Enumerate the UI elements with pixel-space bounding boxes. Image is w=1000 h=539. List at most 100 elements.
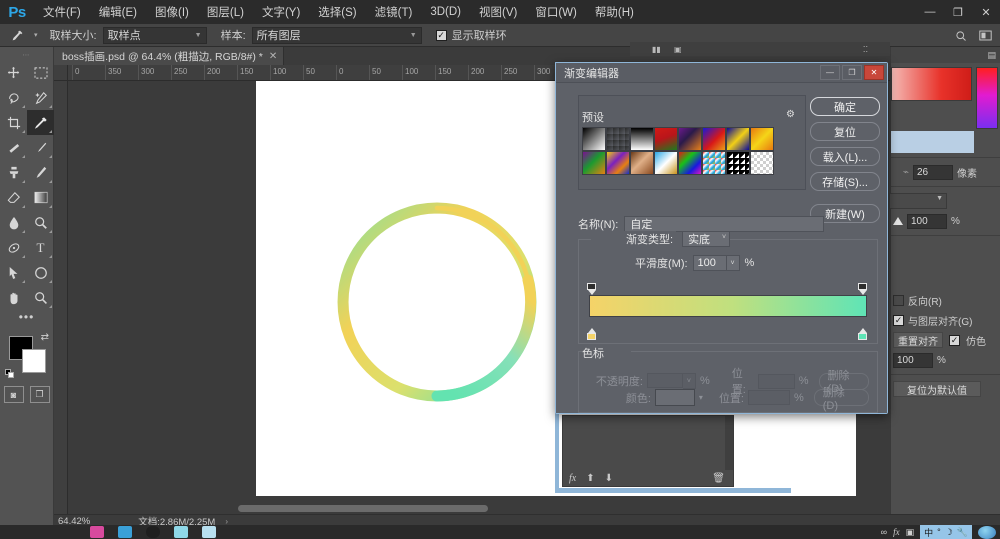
swap-colors-icon[interactable]: ⇄ (41, 332, 49, 343)
preset-transparent-stripes[interactable] (726, 151, 750, 175)
close-button[interactable]: ✕ (972, 0, 1000, 24)
smoothness-input[interactable]: 100 (693, 255, 727, 271)
close-icon[interactable]: ✕ (269, 51, 277, 62)
reset-default-button[interactable]: 复位为默认值 (893, 381, 981, 397)
tray-icon-1[interactable]: ∞ (881, 527, 887, 537)
zoom-tool[interactable] (27, 285, 54, 310)
fx-icon[interactable]: fx (569, 473, 576, 484)
toolbar-grip[interactable]: ⋯ (0, 52, 53, 60)
load-button[interactable]: 载入(L)... (810, 147, 880, 166)
preset-chrome[interactable] (654, 151, 678, 175)
preset-yellow-violet-orange-blue[interactable] (606, 151, 630, 175)
panel-icon-b[interactable]: ▣ (674, 45, 682, 54)
lasso-tool[interactable] (0, 85, 27, 110)
ime-icon-2[interactable]: ☽ (945, 527, 953, 538)
delete-layer-icon[interactable]: 🗑 (712, 473, 725, 484)
ime-icon-3[interactable]: 🔧 (957, 527, 968, 538)
align-layer-checkbox[interactable]: ✓ (893, 315, 904, 326)
menu-window[interactable]: 窗口(W) (526, 0, 586, 24)
stop-opacity-input[interactable] (647, 373, 683, 388)
brush-tool[interactable] (27, 135, 54, 160)
menu-select[interactable]: 选择(S) (309, 0, 365, 24)
preset-spectrum[interactable] (678, 151, 702, 175)
gradient-editor-dialog[interactable]: 渐变编辑器 — ❐ ✕ 预设 ⚙ 确定 复位 载入(L)... 存储(S)...… (555, 62, 888, 414)
clone-stamp-tool[interactable] (0, 160, 27, 185)
opacity-stop-left[interactable] (587, 283, 598, 294)
taskbar-app-3[interactable] (146, 526, 160, 538)
search-icon[interactable] (950, 26, 972, 45)
screen-mode-icon[interactable]: ❐ (30, 386, 50, 403)
eyedropper-tool[interactable] (27, 110, 54, 135)
preset-swatch-grid[interactable] (582, 127, 774, 175)
rectangular-marquee-tool[interactable] (27, 60, 54, 85)
move-tool[interactable] (0, 60, 27, 85)
panel-icon-a[interactable]: ▮▮ (652, 45, 661, 54)
tray-orb-icon[interactable] (978, 526, 996, 539)
ime-indicator[interactable]: 中 ° ☽ 🔧 (920, 525, 972, 539)
dodge-tool[interactable] (27, 210, 54, 235)
move-up-icon[interactable]: ⬆ (586, 473, 594, 484)
align-layer-row[interactable]: ✓ 与图层对齐(G) (891, 310, 1000, 330)
color-stop-right[interactable] (858, 328, 869, 340)
arrange-documents-icon[interactable] (974, 26, 996, 45)
preset-red-green[interactable] (654, 127, 678, 151)
gradient-tool[interactable] (27, 185, 54, 210)
horizontal-scrollbar[interactable] (68, 502, 890, 514)
quick-selection-tool[interactable] (27, 85, 54, 110)
preset-black-white[interactable] (630, 127, 654, 151)
gear-icon[interactable]: ⚙ (786, 109, 795, 120)
layers-scrollbar[interactable] (725, 416, 733, 470)
restore-button[interactable]: ❐ (944, 0, 972, 24)
menu-3d[interactable]: 3D(D) (421, 2, 470, 22)
gradient-type-select[interactable]: 实底 ˅ (682, 231, 730, 247)
taskbar-app-4[interactable] (174, 526, 188, 538)
preset-blue-yellow-blue[interactable] (726, 127, 750, 151)
dialog-title-bar[interactable]: 渐变编辑器 — ❐ ✕ (556, 63, 887, 83)
panel-icon-c[interactable]: ⁚⁚ (863, 45, 868, 54)
taskbar-app-2[interactable] (118, 526, 132, 538)
healing-brush-tool[interactable] (0, 135, 27, 160)
selected-gradient-strip[interactable] (891, 131, 974, 153)
menu-type[interactable]: 文字(Y) (253, 0, 309, 24)
eraser-tool[interactable] (0, 185, 27, 210)
history-brush-tool[interactable] (27, 160, 54, 185)
color-stop-left[interactable] (587, 328, 598, 340)
chevron-down-icon[interactable]: ˅ (683, 373, 696, 389)
blur-tool[interactable] (0, 210, 27, 235)
preset-foreground-to-background[interactable] (582, 127, 606, 151)
path-selection-tool[interactable] (0, 260, 27, 285)
preset-blue-red-yellow[interactable] (702, 127, 726, 151)
tray-icon-3[interactable]: ▣ (906, 527, 915, 538)
gradient-preview[interactable] (891, 67, 972, 101)
menu-filter[interactable]: 滤镜(T) (366, 0, 422, 24)
ok-button[interactable]: 确定 (810, 97, 880, 116)
preset-violet-green-orange[interactable] (582, 151, 606, 175)
preset-copper[interactable] (630, 151, 654, 175)
preset-transparent-checker[interactable] (750, 151, 774, 175)
document-tab[interactable]: boss插画.psd @ 64.4% (粗描边, RGB/8#) * ✕ (54, 47, 284, 65)
panel-menu-icon[interactable]: ▤ (987, 50, 996, 61)
move-down-icon[interactable]: ⬇ (605, 473, 613, 484)
menu-help[interactable]: 帮助(H) (586, 0, 643, 24)
type-tool[interactable]: T (27, 235, 54, 260)
ime-icon-1[interactable]: ° (937, 527, 941, 537)
opacity-stop-right[interactable] (858, 283, 869, 294)
sample-select[interactable]: 所有图层 ▼ (252, 27, 422, 44)
default-colors-icon[interactable] (5, 369, 14, 378)
preset-transparent-rainbow[interactable] (702, 151, 726, 175)
vertical-ruler[interactable] (54, 81, 68, 514)
gradient-bar[interactable] (589, 295, 867, 317)
edit-toolbar-button[interactable]: ••• (0, 310, 53, 328)
save-button[interactable]: 存储(S)... (810, 172, 880, 191)
menu-layer[interactable]: 图层(L) (198, 0, 253, 24)
reset-align-button[interactable]: 重置对齐 (893, 332, 943, 348)
preset-violet-orange[interactable] (678, 127, 702, 151)
stop-position-input-2[interactable] (748, 390, 790, 405)
minimize-button[interactable]: — (916, 0, 944, 24)
stop-position-input-1[interactable] (758, 374, 795, 389)
sample-size-select[interactable]: 取样点 ▼ (103, 27, 207, 44)
reverse-row[interactable]: 反向(R) (891, 290, 1000, 310)
opacity-input[interactable]: 100 (907, 214, 947, 229)
show-sampling-ring-checkbox[interactable]: ✓ 显示取样环 (436, 27, 507, 43)
scale-input[interactable]: 100 (893, 353, 933, 368)
